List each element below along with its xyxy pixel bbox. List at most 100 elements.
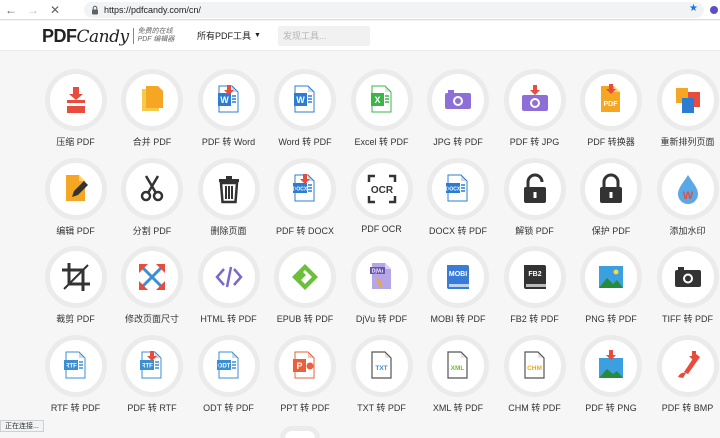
- tool-tile-ppt[interactable]: PPPT 转 PDF: [270, 317, 340, 405]
- tool-tile-unlock[interactable]: 解锁 PDF: [500, 140, 570, 228]
- pdfcandy-logo[interactable]: PDFCandy 免费的在线PDF 编辑器: [42, 25, 174, 47]
- tool-label[interactable]: PDF 转 BMP: [643, 401, 720, 414]
- tool-tile-chm[interactable]: CHMCHM 转 PDF: [500, 317, 570, 405]
- png-icon: [595, 261, 627, 293]
- tool-tile-png[interactable]: PNG 转 PDF: [576, 228, 646, 316]
- tool-icon-circle[interactable]: RTF: [45, 335, 107, 397]
- tool-tile-edit-pdf[interactable]: 编辑 PDF: [41, 140, 111, 228]
- tool-tile-merge[interactable]: 合并 PDF: [117, 51, 187, 139]
- tool-icon-circle[interactable]: [121, 246, 183, 308]
- tool-tile-xml[interactable]: XMLXML 转 PDF: [423, 317, 493, 405]
- tool-icon-circle[interactable]: [580, 158, 642, 220]
- tool-icon-circle[interactable]: [45, 158, 107, 220]
- tool-tile-fb2[interactable]: FB2FB2 转 PDF: [500, 228, 570, 316]
- tool-icon-circle[interactable]: [274, 246, 336, 308]
- tool-icon-circle[interactable]: W: [274, 69, 336, 131]
- tool-icon-circle[interactable]: [45, 69, 107, 131]
- tool-icon-circle[interactable]: CHM: [504, 335, 566, 397]
- tool-tile-pdf-to-rtf[interactable]: RTFPDF 转 RTF: [117, 317, 187, 405]
- tool-icon-circle[interactable]: [121, 158, 183, 220]
- svg-text:W: W: [682, 190, 693, 202]
- tool-icon-circle[interactable]: [45, 246, 107, 308]
- tool-tile-rtf-to-pdf[interactable]: RTFRTF 转 PDF: [41, 317, 111, 405]
- tool-tile-resize[interactable]: 修改页面尺寸: [117, 228, 187, 316]
- all-tools-menu-button[interactable]: 所有PDF工具 ▼: [197, 29, 261, 42]
- caret-down-icon: ▼: [254, 32, 261, 39]
- back-icon[interactable]: ←: [0, 0, 22, 20]
- url-text: https://pdfcandy.com/cn/: [104, 5, 201, 15]
- tool-tile-excel-to-pdf[interactable]: XExcel 转 PDF: [347, 51, 417, 139]
- tool-icon-circle[interactable]: [198, 246, 260, 308]
- pdf-to-bmp-icon: [672, 350, 704, 382]
- tool-tile-epub[interactable]: EPUB 转 PDF: [270, 228, 340, 316]
- tool-icon-circle[interactable]: [198, 158, 260, 220]
- tool-tile-trash[interactable]: 删除页面: [194, 140, 264, 228]
- tool-tile-crop[interactable]: 裁剪 PDF: [41, 228, 111, 316]
- tool-icon-circle[interactable]: [580, 335, 642, 397]
- tool-icon-circle[interactable]: [504, 158, 566, 220]
- tool-tile-pdf-converter[interactable]: PDFPDF 转换器: [576, 51, 646, 139]
- tool-tile-jpg-to-pdf[interactable]: JPG 转 PDF: [423, 51, 493, 139]
- tool-tile-txt[interactable]: TXTTXT 转 PDF: [347, 317, 417, 405]
- tool-tile-mobi[interactable]: MOBIMOBI 转 PDF: [423, 228, 493, 316]
- tool-icon-circle[interactable]: W: [198, 69, 260, 131]
- tool-tile-html[interactable]: HTML 转 PDF: [194, 228, 264, 316]
- tool-tile-scissors[interactable]: 分割 PDF: [117, 140, 187, 228]
- tool-tile-compress[interactable]: 压缩 PDF: [41, 51, 111, 139]
- profile-avatar[interactable]: [710, 6, 718, 14]
- tool-icon-circle[interactable]: [657, 246, 719, 308]
- tool-tile-pdf-to-bmp[interactable]: PDF 转 BMP: [653, 317, 720, 405]
- browser-toolbar: ← → ✕ https://pdfcandy.com/cn/ ★: [0, 0, 720, 20]
- tool-icon-circle[interactable]: X: [351, 69, 413, 131]
- tool-tile-word-to-pdf[interactable]: WWord 转 PDF: [270, 51, 340, 139]
- svg-text:CHM: CHM: [527, 365, 542, 372]
- pdf-to-rtf-icon: RTF: [136, 350, 168, 382]
- forward-icon[interactable]: →: [22, 0, 44, 20]
- tool-icon-circle[interactable]: XML: [427, 335, 489, 397]
- tool-tile-partial: [280, 426, 320, 438]
- resize-icon: [136, 261, 168, 293]
- tool-tile-pdf-to-jpg[interactable]: PDF 转 JPG: [500, 51, 570, 139]
- tool-tile-djvu[interactable]: DjVuDjVu 转 PDF: [347, 228, 417, 316]
- tool-tile-lock[interactable]: 保护 PDF: [576, 140, 646, 228]
- html-icon: [213, 261, 245, 293]
- tool-icon-circle[interactable]: DjVu: [351, 246, 413, 308]
- tool-tile-pdf-to-word[interactable]: WPDF 转 Word: [194, 51, 264, 139]
- tool-tile-docx-to-pdf[interactable]: DOCXDOCX 转 PDF: [423, 140, 493, 228]
- tool-tile-tiff[interactable]: TIFF 转 PDF: [653, 228, 720, 316]
- tool-icon-circle[interactable]: RTF: [121, 335, 183, 397]
- stop-icon[interactable]: ✕: [44, 0, 66, 20]
- tool-icon-circle[interactable]: [504, 69, 566, 131]
- tool-tile-rearrange[interactable]: 重新排列页面: [653, 51, 720, 139]
- tool-tile-pdf-to-docx[interactable]: DOCXPDF 转 DOCX: [270, 140, 340, 228]
- tool-icon-circle[interactable]: MOBI: [427, 246, 489, 308]
- tool-icon-circle[interactable]: PDF: [580, 69, 642, 131]
- tool-tile-watermark[interactable]: W添加水印: [653, 140, 720, 228]
- tool-icon-circle[interactable]: W: [657, 158, 719, 220]
- tool-tile-pdf-to-png[interactable]: PDF 转 PNG: [576, 317, 646, 405]
- tool-icon-circle[interactable]: FB2: [504, 246, 566, 308]
- docx-to-pdf-icon: DOCX: [442, 173, 474, 205]
- tool-icon-circle[interactable]: P: [274, 335, 336, 397]
- address-bar[interactable]: https://pdfcandy.com/cn/ ★: [84, 2, 704, 18]
- tool-icon-circle[interactable]: OCR: [351, 158, 413, 220]
- word-to-pdf-icon: W: [289, 84, 321, 116]
- tool-tile-odt[interactable]: ODTODT 转 PDF: [194, 317, 264, 405]
- svg-text:FB2: FB2: [528, 271, 541, 278]
- tool-icon-circle[interactable]: [657, 69, 719, 131]
- svg-text:OCR: OCR: [370, 185, 393, 196]
- tool-icon-circle[interactable]: [657, 335, 719, 397]
- tool-icon-circle[interactable]: DOCX: [274, 158, 336, 220]
- logo-tagline: 免费的在线PDF 编辑器: [138, 28, 175, 44]
- tool-icon-circle[interactable]: [121, 69, 183, 131]
- bookmark-star-icon[interactable]: ★: [689, 3, 698, 14]
- tool-icon-circle[interactable]: TXT: [351, 335, 413, 397]
- tool-icon-circle[interactable]: DOCX: [427, 158, 489, 220]
- tool-tile-ocr[interactable]: OCRPDF OCR: [347, 140, 417, 228]
- jpg-to-pdf-icon: [442, 84, 474, 116]
- search-tools-input[interactable]: [278, 26, 370, 46]
- tool-icon-circle[interactable]: ODT: [198, 335, 260, 397]
- tool-icon-circle[interactable]: [427, 69, 489, 131]
- svg-text:DjVu: DjVu: [371, 269, 382, 275]
- tool-icon-circle[interactable]: [580, 246, 642, 308]
